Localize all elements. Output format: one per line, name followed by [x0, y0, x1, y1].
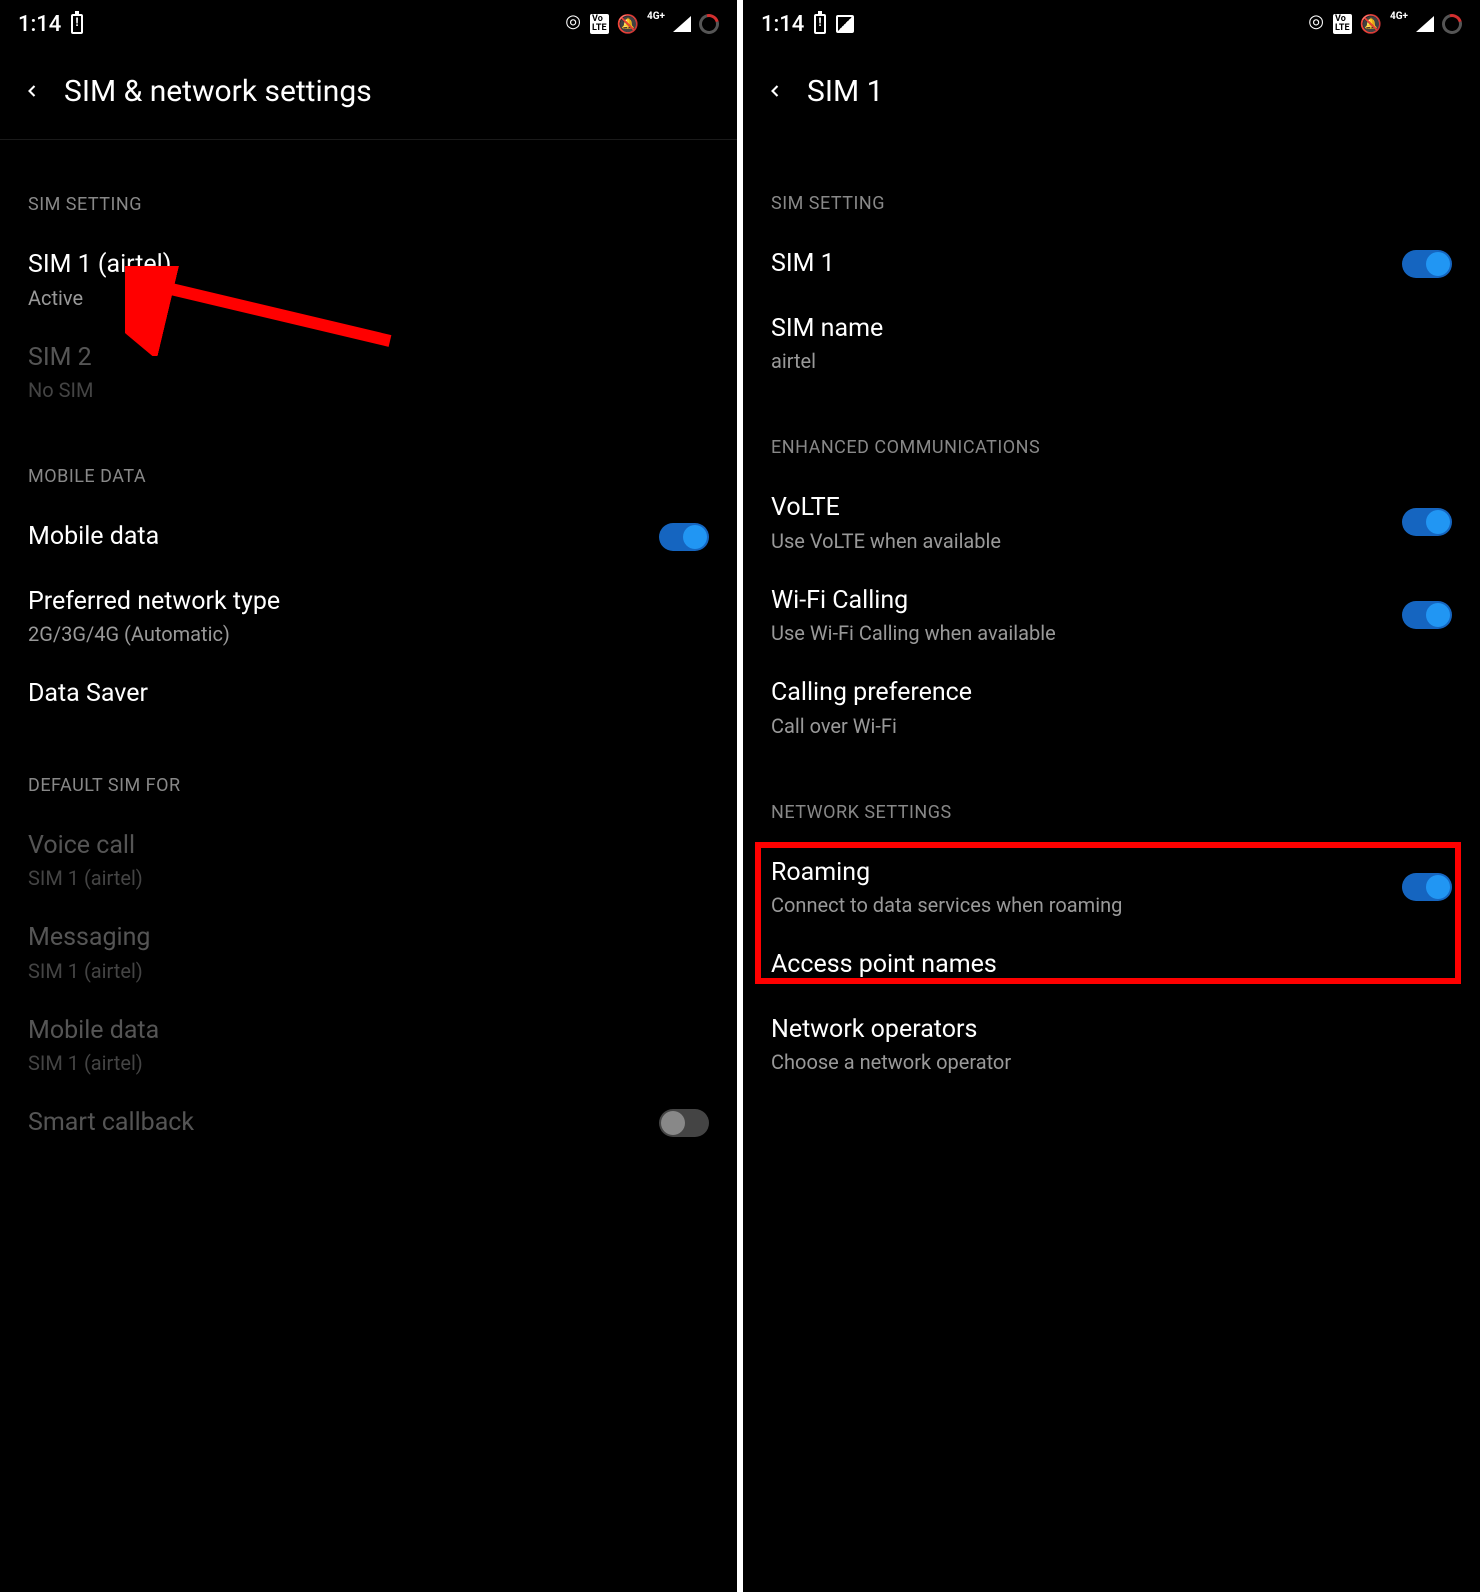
battery-alert-icon — [814, 14, 826, 34]
battery-alert-icon — [71, 14, 83, 34]
wifi-calling-toggle[interactable] — [1402, 601, 1452, 629]
data-saver-item[interactable]: Data Saver — [0, 662, 737, 727]
sim2-subtitle: No SIM — [28, 378, 709, 402]
roaming-title: Roaming — [771, 857, 1402, 890]
roaming-subtitle: Connect to data services when roaming — [771, 893, 1402, 917]
volte-item[interactable]: VoLTE Use VoLTE when available — [743, 476, 1480, 569]
network-operators-subtitle: Choose a network operator — [771, 1050, 1452, 1074]
hotspot-icon — [1307, 15, 1325, 33]
mobile-data-default-title: Mobile data — [28, 1015, 709, 1048]
roaming-toggle[interactable] — [1402, 873, 1452, 901]
voice-call-title: Voice call — [28, 830, 709, 863]
calling-preference-title: Calling preference — [771, 677, 1452, 710]
left-phone-screenshot: 1:14 VoLTE 🔕 4G+ SIM & network settings … — [0, 0, 743, 1592]
wifi-calling-subtitle: Use Wi-Fi Calling when available — [771, 621, 1402, 645]
loading-circle-icon — [695, 10, 722, 37]
mobile-data-toggle[interactable] — [659, 523, 709, 551]
preferred-network-item[interactable]: Preferred network type 2G/3G/4G (Automat… — [0, 570, 737, 663]
mobile-data-default-subtitle: SIM 1 (airtel) — [28, 1051, 709, 1075]
status-bar: 1:14 VoLTE 🔕 4G+ — [743, 0, 1480, 44]
roaming-item[interactable]: Roaming Connect to data services when ro… — [743, 841, 1480, 934]
sim-name-item[interactable]: SIM name airtel — [743, 297, 1480, 390]
hotspot-icon — [564, 15, 582, 33]
messaging-title: Messaging — [28, 922, 709, 955]
mobile-data-default-item: Mobile data SIM 1 (airtel) — [0, 999, 737, 1092]
network-operators-title: Network operators — [771, 1014, 1452, 1047]
sim-name-subtitle: airtel — [771, 349, 1452, 373]
signal-icon — [1416, 16, 1434, 32]
page-title: SIM 1 — [807, 74, 883, 109]
voice-call-subtitle: SIM 1 (airtel) — [28, 866, 709, 890]
status-bar: 1:14 VoLTE 🔕 4G+ — [0, 0, 737, 44]
apn-item[interactable]: Access point names — [743, 933, 1480, 998]
back-icon[interactable] — [765, 75, 785, 108]
sim2-item: SIM 2 No SIM — [0, 326, 737, 419]
voice-call-item: Voice call SIM 1 (airtel) — [0, 814, 737, 907]
volte-icon: VoLTE — [1333, 14, 1352, 34]
smart-callback-item: Smart callback — [0, 1091, 737, 1156]
network-operators-item[interactable]: Network operators Choose a network opera… — [743, 998, 1480, 1091]
mobile-data-item[interactable]: Mobile data — [0, 505, 737, 570]
sim1-toggle[interactable] — [1402, 250, 1452, 278]
status-time: 1:14 — [761, 12, 804, 37]
section-default-sim: DEFAULT SIM FOR — [0, 727, 737, 814]
preferred-network-subtitle: 2G/3G/4G (Automatic) — [28, 622, 709, 646]
sim1-item[interactable]: SIM 1 (airtel) Active — [0, 233, 737, 326]
volte-subtitle: Use VoLTE when available — [771, 529, 1402, 553]
apn-title: Access point names — [771, 949, 1452, 982]
dnd-icon: 🔕 — [617, 14, 639, 35]
section-sim-setting: SIM SETTING — [0, 140, 737, 233]
sim1-title: SIM 1 (airtel) — [28, 249, 709, 282]
section-mobile-data: MOBILE DATA — [0, 418, 737, 505]
wifi-calling-item[interactable]: Wi-Fi Calling Use Wi-Fi Calling when ava… — [743, 569, 1480, 662]
signal-icon — [673, 16, 691, 32]
status-time: 1:14 — [18, 12, 61, 37]
4g-label: 4G+ — [647, 11, 665, 22]
loading-circle-icon — [1438, 10, 1465, 37]
dnd-icon: 🔕 — [1360, 14, 1382, 35]
page-header: SIM 1 — [743, 44, 1480, 139]
volte-toggle[interactable] — [1402, 508, 1452, 536]
volte-title: VoLTE — [771, 492, 1402, 525]
page-title: SIM & network settings — [64, 74, 372, 109]
wifi-calling-title: Wi-Fi Calling — [771, 585, 1402, 618]
messaging-subtitle: SIM 1 (airtel) — [28, 959, 709, 983]
sim2-title: SIM 2 — [28, 342, 709, 375]
calling-preference-subtitle: Call over Wi-Fi — [771, 714, 1452, 738]
page-header: SIM & network settings — [0, 44, 737, 140]
smart-callback-title: Smart callback — [28, 1107, 659, 1140]
right-phone-screenshot: 1:14 VoLTE 🔕 4G+ SIM 1 SIM SETTING SIM 1… — [743, 0, 1480, 1592]
section-network-settings: NETWORK SETTINGS — [743, 754, 1480, 841]
messaging-item: Messaging SIM 1 (airtel) — [0, 906, 737, 999]
mobile-data-title: Mobile data — [28, 521, 659, 554]
sim-name-title: SIM name — [771, 313, 1452, 346]
image-icon — [836, 15, 854, 33]
calling-preference-item[interactable]: Calling preference Call over Wi-Fi — [743, 661, 1480, 754]
volte-icon: VoLTE — [590, 14, 609, 34]
sim1-toggle-item[interactable]: SIM 1 — [743, 232, 1480, 297]
smart-callback-toggle — [659, 1109, 709, 1137]
sim1-subtitle: Active — [28, 286, 709, 310]
4g-label: 4G+ — [1390, 11, 1408, 22]
data-saver-title: Data Saver — [28, 678, 709, 711]
sim1-title: SIM 1 — [771, 248, 1402, 281]
section-enhanced-comm: ENHANCED COMMUNICATIONS — [743, 389, 1480, 476]
section-sim-setting: SIM SETTING — [743, 139, 1480, 232]
back-icon[interactable] — [22, 75, 42, 108]
preferred-network-title: Preferred network type — [28, 586, 709, 619]
